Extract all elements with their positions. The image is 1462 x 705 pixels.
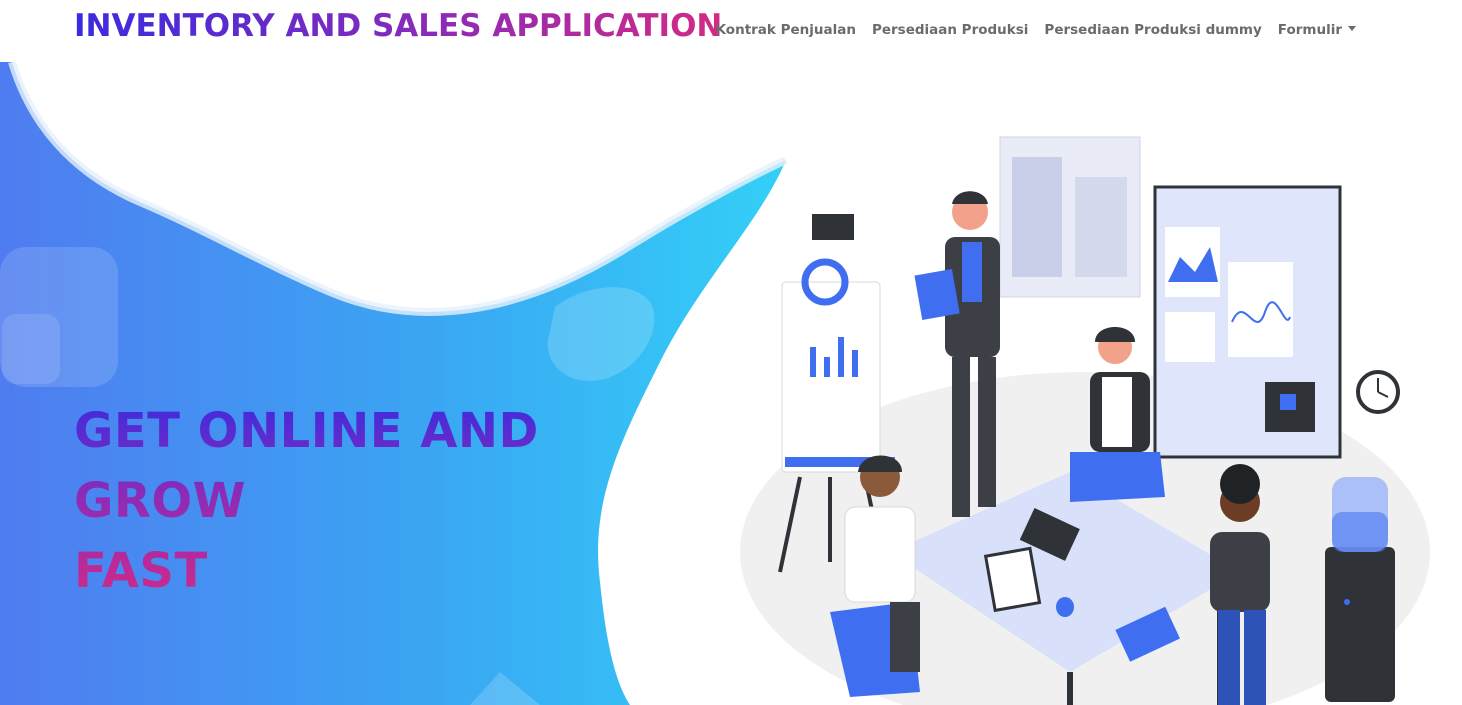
nav-item-formulir-label: Formulir [1277,22,1342,38]
hero-headline-line2: FAST [74,543,208,599]
hero-blob-background [0,62,788,705]
wall-board [1153,185,1342,459]
brand-title[interactable]: INVENTORY AND SALES APPLICATION [74,8,722,44]
hero-headline-line1: GET ONLINE AND GROW [74,403,539,529]
navbar: INVENTORY AND SALES APPLICATION Kontrak … [0,0,1462,62]
office-team-illustration [740,136,1430,705]
hero-headline: GET ONLINE AND GROW FAST [74,396,694,606]
nav-item-formulir-dropdown[interactable]: Formulir [1270,22,1364,38]
hero-section: GET ONLINE AND GROW FAST [0,62,1462,705]
nav-item-persediaan-produksi[interactable]: Persediaan Produksi [864,22,1036,38]
nav-item-kontrak-penjualan[interactable]: Kontrak Penjualan [708,22,864,38]
water-cooler-icon [1325,477,1395,702]
nav-item-persediaan-produksi-dummy[interactable]: Persediaan Produksi dummy [1036,22,1269,38]
main-nav: Kontrak Penjualan Persediaan Produksi Pe… [708,22,1364,38]
chevron-down-icon [1348,25,1356,31]
